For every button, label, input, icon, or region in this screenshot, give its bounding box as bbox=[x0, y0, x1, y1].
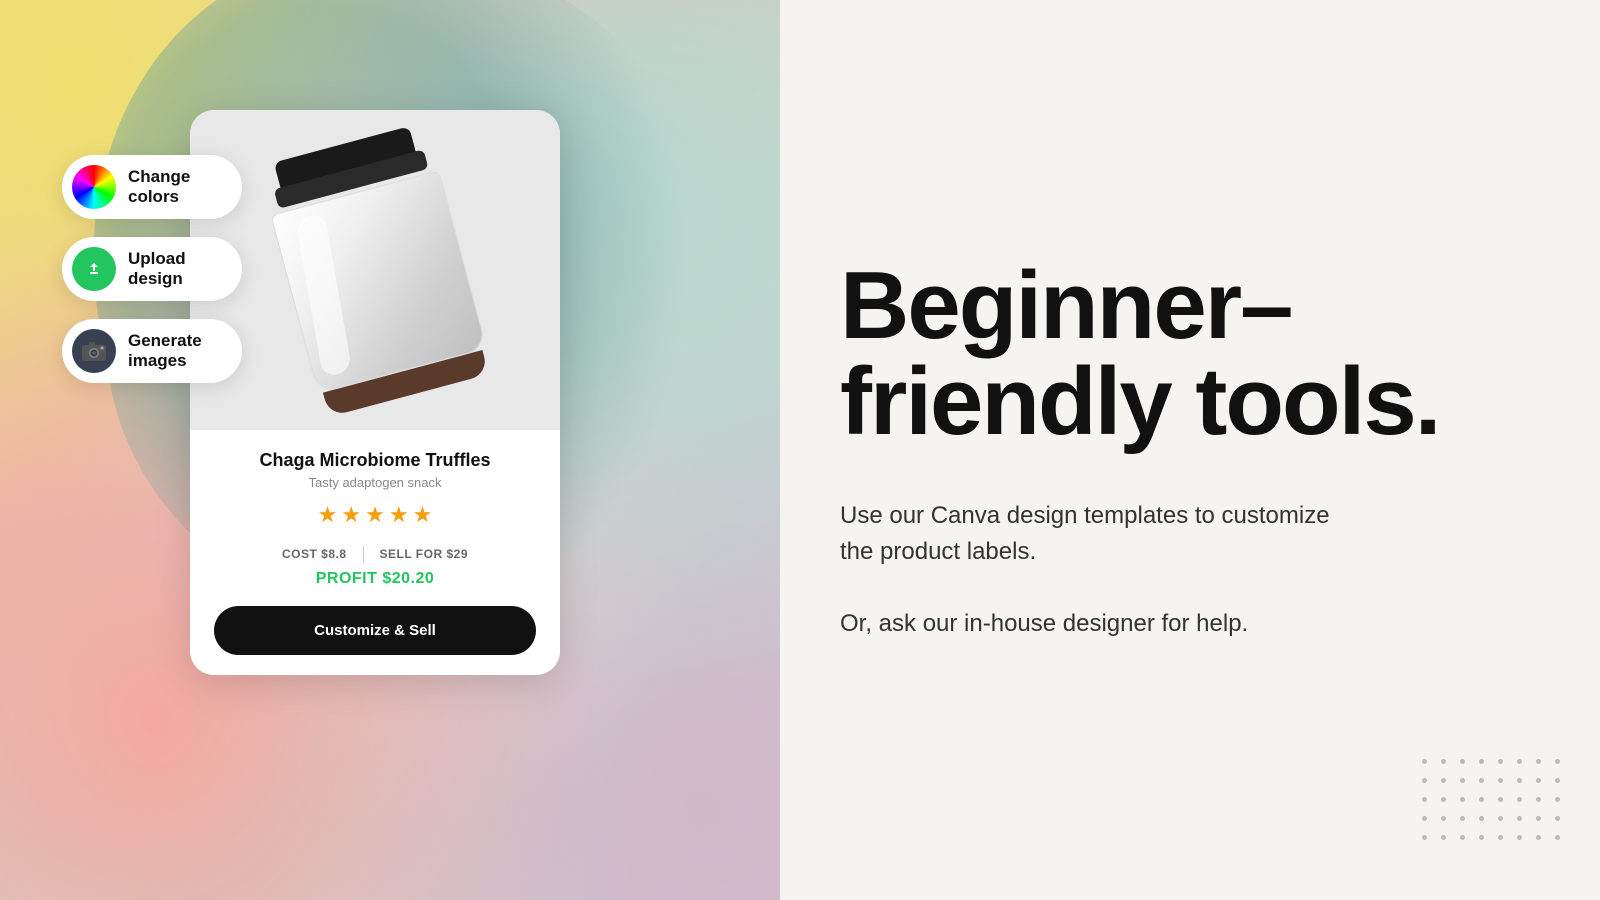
dot bbox=[1422, 797, 1427, 802]
profit-row: PROFIT $20.20 bbox=[214, 570, 536, 588]
dot bbox=[1498, 797, 1503, 802]
product-card: Chaga Microbiome Truffles Tasty adaptoge… bbox=[190, 110, 560, 675]
dot bbox=[1517, 797, 1522, 802]
card-content: Chaga Microbiome Truffles Tasty adaptoge… bbox=[190, 430, 560, 675]
upload-design-button[interactable]: Upload design bbox=[62, 237, 242, 301]
cost-label: COST $8.8 bbox=[282, 547, 347, 561]
dot bbox=[1460, 835, 1465, 840]
description-paragraph-1: Use our Canva design templates to custom… bbox=[840, 498, 1360, 570]
star-5: ★ bbox=[413, 502, 433, 528]
camera-icon-bg bbox=[72, 329, 116, 373]
dot bbox=[1422, 759, 1427, 764]
dot bbox=[1517, 778, 1522, 783]
sell-label: SELL FOR $29 bbox=[380, 547, 468, 561]
dot bbox=[1536, 816, 1541, 821]
dot bbox=[1422, 835, 1427, 840]
camera-svg-icon bbox=[81, 340, 107, 362]
dot bbox=[1460, 759, 1465, 764]
change-colors-label: Change colors bbox=[128, 167, 190, 208]
pricing-row: COST $8.8 SELL FOR $29 bbox=[214, 546, 536, 562]
dot bbox=[1422, 778, 1427, 783]
tool-buttons-group: Change colors Upload design bbox=[62, 155, 242, 383]
pricing-divider bbox=[363, 546, 364, 562]
star-rating: ★ ★ ★ ★ ★ bbox=[214, 502, 536, 528]
description-paragraph-2: Or, ask our in-house designer for help. bbox=[840, 606, 1320, 642]
jar-illustration bbox=[242, 110, 502, 412]
dot bbox=[1441, 816, 1446, 821]
dot bbox=[1479, 797, 1484, 802]
colors-icon bbox=[72, 165, 116, 209]
dot bbox=[1479, 759, 1484, 764]
card-image bbox=[190, 110, 560, 430]
dot bbox=[1536, 778, 1541, 783]
star-1: ★ bbox=[318, 502, 338, 528]
dot bbox=[1479, 835, 1484, 840]
dot bbox=[1517, 759, 1522, 764]
star-3: ★ bbox=[365, 502, 385, 528]
dot bbox=[1555, 816, 1560, 821]
dot bbox=[1498, 759, 1503, 764]
upload-design-label: Upload design bbox=[128, 249, 186, 290]
dot bbox=[1517, 816, 1522, 821]
dot bbox=[1555, 778, 1560, 783]
dot bbox=[1498, 816, 1503, 821]
dot bbox=[1536, 835, 1541, 840]
dot bbox=[1536, 797, 1541, 802]
customize-sell-button[interactable]: Customize & Sell bbox=[214, 606, 536, 655]
star-4: ★ bbox=[389, 502, 409, 528]
upload-icon bbox=[72, 247, 116, 291]
dot bbox=[1422, 816, 1427, 821]
dot bbox=[1555, 797, 1560, 802]
dot bbox=[1441, 778, 1446, 783]
product-name: Chaga Microbiome Truffles bbox=[214, 450, 536, 471]
dot bbox=[1460, 778, 1465, 783]
dot bbox=[1479, 778, 1484, 783]
left-section: Change colors Upload design bbox=[0, 0, 780, 900]
product-subtitle: Tasty adaptogen snack bbox=[214, 475, 536, 490]
dot bbox=[1555, 835, 1560, 840]
dot bbox=[1517, 835, 1522, 840]
dot bbox=[1498, 778, 1503, 783]
dot bbox=[1536, 759, 1541, 764]
main-heading: Beginner–friendly tools. bbox=[840, 258, 1520, 450]
upload-arrow-icon bbox=[82, 257, 106, 281]
dot bbox=[1441, 835, 1446, 840]
dot bbox=[1555, 759, 1560, 764]
right-section: Beginner–friendly tools. Use our Canva d… bbox=[780, 0, 1600, 900]
dot bbox=[1460, 797, 1465, 802]
star-2: ★ bbox=[341, 502, 361, 528]
dot bbox=[1441, 759, 1446, 764]
dot bbox=[1441, 797, 1446, 802]
generate-images-button[interactable]: Generate images bbox=[62, 319, 242, 383]
dot bbox=[1479, 816, 1484, 821]
dot bbox=[1498, 835, 1503, 840]
profit-label: PROFIT $20.20 bbox=[316, 570, 435, 587]
generate-images-label: Generate images bbox=[128, 331, 202, 372]
dot bbox=[1460, 816, 1465, 821]
dot-grid-decoration bbox=[1422, 759, 1560, 840]
change-colors-button[interactable]: Change colors bbox=[62, 155, 242, 219]
